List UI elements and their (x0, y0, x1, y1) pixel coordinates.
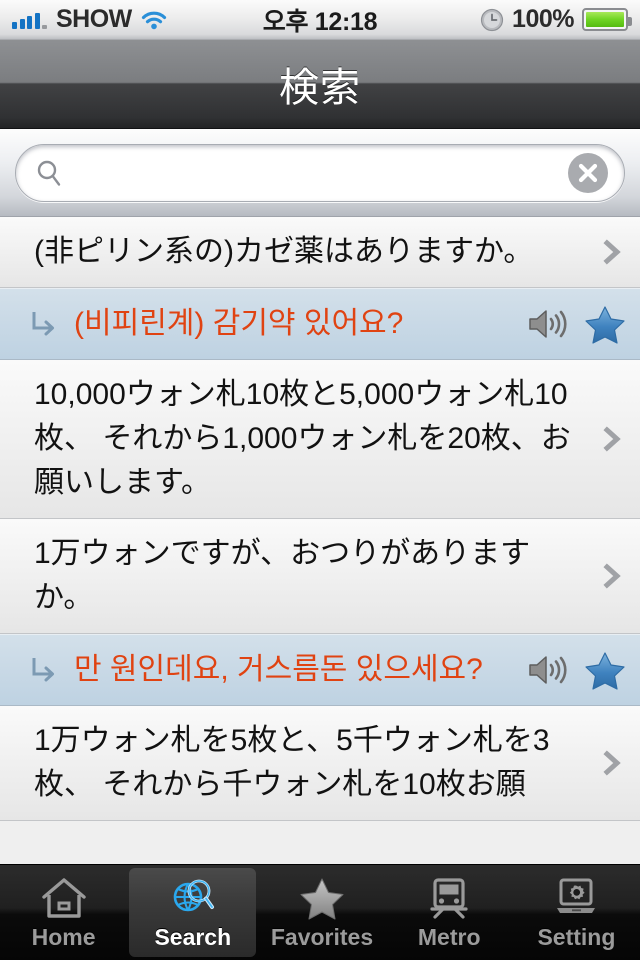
tab-label-favorites: Favorites (270, 923, 374, 950)
carrier-label: SHOW (56, 5, 132, 33)
status-bar-right: 100% (480, 0, 632, 39)
speaker-icon[interactable] (526, 652, 570, 688)
clear-search-button[interactable] (568, 152, 608, 193)
row-action-icons (526, 650, 626, 690)
tab-bar: Home Search Favorites Metro Setting (0, 864, 640, 960)
tab-label-setting: Setting (537, 923, 616, 950)
chevron-right-icon (600, 422, 626, 456)
phrase-list[interactable]: (非ピリン系の)カゼ薬はありますか。 (비피린계) 감기약 있어요? 10,00… (0, 217, 640, 864)
status-bar-left: SHOW (12, 5, 167, 34)
tab-home[interactable]: Home (0, 865, 127, 960)
star-icon[interactable] (584, 650, 626, 690)
sub-arrow-icon (26, 307, 60, 341)
star-icon[interactable] (584, 304, 626, 344)
battery-icon (582, 8, 632, 31)
tab-label-metro: Metro (417, 923, 481, 950)
search-icon (34, 158, 64, 188)
page-title: 検索 (279, 66, 361, 110)
home-icon (41, 875, 87, 921)
laptop-gear-icon (553, 875, 599, 921)
status-bar: SHOW 오후 12:18 100% (0, 0, 640, 40)
speaker-icon[interactable] (526, 306, 570, 342)
table-row[interactable]: (非ピリン系の)カゼ薬はありますか。 (0, 217, 640, 288)
row-text-japanese: (非ピリン系の)カゼ薬はありますか。 (34, 235, 534, 268)
clock-icon (480, 8, 504, 32)
phone-screen: SHOW 오후 12:18 100% 検索 (非ピリン系の)カゼ薬はありますか。… (0, 0, 640, 960)
tab-favorites[interactable]: Favorites (258, 865, 385, 960)
status-time: 오후 12:18 (262, 7, 378, 36)
nav-bar: 検索 (0, 40, 640, 129)
row-text-japanese: 1万ウォン札を5枚と、5千ウォン札を3枚、 それから千ウォン札を10枚お願 (34, 724, 550, 801)
row-text-japanese: 10,000ウォン札10枚と5,000ウォン札10枚、 それから1,000ウォン… (34, 378, 571, 499)
tab-search[interactable]: Search (129, 868, 257, 957)
table-row-translation[interactable]: 만 원인데요, 거스름돈 있으세요? (0, 634, 640, 706)
search-bar (0, 129, 640, 217)
chevron-right-icon (600, 559, 626, 593)
train-icon (426, 875, 472, 921)
row-text-korean: 만 원인데요, 거스름돈 있으세요? (74, 653, 483, 686)
globe-search-icon (170, 875, 216, 921)
row-action-icons (526, 304, 626, 344)
signal-bars-icon (12, 11, 47, 29)
sub-arrow-icon (26, 653, 60, 687)
table-row[interactable]: 1万ウォンですが、おつりがありますか。 (0, 519, 640, 634)
battery-percent: 100% (512, 5, 574, 33)
close-icon (578, 163, 598, 182)
wifi-icon (141, 10, 167, 30)
chevron-right-icon (600, 235, 626, 269)
search-input[interactable] (64, 157, 568, 188)
row-text-korean: (비피린계) 감기약 있어요? (74, 307, 404, 340)
chevron-right-icon (600, 746, 626, 780)
search-field[interactable] (15, 143, 625, 202)
table-row[interactable]: 1万ウォン札を5枚と、5千ウォン札を3枚、 それから千ウォン札を10枚お願 (0, 706, 640, 821)
star-icon (299, 875, 345, 921)
tab-setting[interactable]: Setting (513, 865, 640, 960)
table-row-translation[interactable]: (비피린계) 감기약 있어요? (0, 288, 640, 360)
tab-metro[interactable]: Metro (386, 865, 513, 960)
tab-label-home: Home (31, 923, 96, 950)
row-text-japanese: 1万ウォンですが、おつりがありますか。 (34, 537, 531, 614)
table-row[interactable]: 10,000ウォン札10枚と5,000ウォン札10枚、 それから1,000ウォン… (0, 360, 640, 519)
tab-label-search: Search (154, 923, 232, 950)
